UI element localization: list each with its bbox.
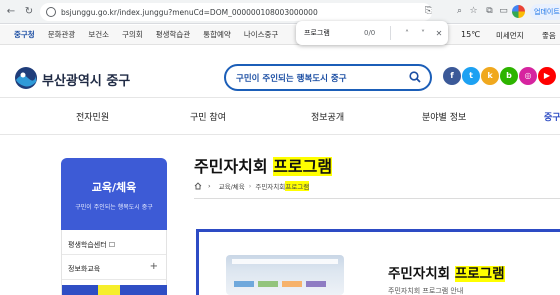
title-divider: [194, 198, 560, 199]
extensions-icon[interactable]: ⧉: [484, 6, 495, 17]
home-icon[interactable]: [194, 182, 202, 190]
sidebar-header: 교육/체육 구민이 주인되는 행복도시 중구: [61, 158, 167, 230]
site-info-icon[interactable]: [46, 7, 56, 17]
sidebar-title: 교육/체육: [91, 181, 137, 194]
translate-icon[interactable]: ⎘: [423, 6, 434, 17]
page-title-prefix: 주민자치회: [194, 157, 274, 176]
quicklinks-bar: 중구청 문화관광 보건소 구의회 평생학습관 통합예약 나이스중구 15℃ 미세…: [0, 25, 560, 45]
weather-dust-level: 좋음: [542, 31, 556, 40]
thumbnail-block: [258, 281, 278, 287]
quicklink-item[interactable]: 평생학습관: [156, 29, 191, 40]
divider: [62, 254, 166, 255]
twitter-icon[interactable]: t: [462, 67, 480, 85]
program-title: 주민자치회 프로그램: [388, 262, 505, 282]
page-title: 주민자치회 프로그램: [194, 153, 333, 177]
browser-toolbar: ← ↻ bsjunggu.go.kr/index.junggu?menuCd=D…: [0, 0, 560, 24]
kakaostory-icon[interactable]: k: [481, 67, 499, 85]
sidebar-item-selected[interactable]: [62, 285, 167, 295]
search-placeholder: 구민이 주인되는 행복도시 중구: [236, 73, 347, 84]
quicklink-item[interactable]: 나이스중구: [244, 29, 279, 40]
gnb-item[interactable]: 중구: [544, 110, 560, 123]
divider: [62, 279, 166, 280]
breadcrumb: › 교육/체육 › 주민자치회 프로그램: [194, 181, 310, 191]
quicklink-item[interactable]: 문화관광: [48, 29, 76, 40]
logo-icon[interactable]: [14, 66, 38, 90]
breadcrumb-item[interactable]: 교육/체육: [219, 181, 245, 191]
program-subtitle: 주민자치회 프로그램 안내: [388, 287, 464, 295]
find-highlight: [98, 285, 120, 295]
page-title-highlight: 프로그램: [273, 157, 333, 176]
breadcrumb-sep: ›: [208, 182, 211, 190]
reload-icon[interactable]: ↻: [22, 5, 36, 19]
quicklink-item[interactable]: 통합예약: [203, 29, 231, 40]
program-title-highlight: 프로그램: [454, 266, 505, 282]
instagram-icon[interactable]: ◎: [519, 67, 537, 85]
profile-avatar[interactable]: [512, 5, 525, 18]
bookmark-star-icon[interactable]: ☆: [468, 6, 479, 17]
weather-dust: 미세먼지: [496, 31, 524, 40]
youtube-icon[interactable]: ▶: [538, 67, 556, 85]
find-separator: [390, 26, 391, 40]
plus-icon[interactable]: +: [150, 261, 158, 272]
gnb-item[interactable]: 전자민원: [76, 110, 109, 123]
chevron-up-icon[interactable]: ˄: [399, 29, 415, 38]
quicklink-item[interactable]: 구의회: [122, 29, 143, 40]
sidebar-menu: 평생학습센터 ☐ 정보화교육 +: [61, 230, 167, 295]
gnb-item[interactable]: 정보공개: [311, 110, 344, 123]
program-thumbnail[interactable]: [226, 255, 344, 295]
site-logo-text[interactable]: 부산광역시 중구: [42, 70, 130, 89]
find-input[interactable]: 프로그램: [304, 28, 364, 38]
chevron-down-icon[interactable]: ˅: [415, 29, 431, 38]
address-bar[interactable]: bsjunggu.go.kr/index.junggu?menuCd=DOM_0…: [40, 3, 432, 21]
site-search-input[interactable]: 구민이 주인되는 행복도시 중구: [224, 64, 432, 91]
back-icon[interactable]: ←: [4, 5, 18, 19]
url-text: bsjunggu.go.kr/index.junggu?menuCd=DOM_0…: [61, 7, 318, 17]
quicklink-item[interactable]: 중구청: [14, 29, 35, 40]
find-count: 0/0: [364, 29, 376, 37]
thumbnail-block: [234, 281, 254, 287]
thumbnail-header: [232, 259, 338, 264]
thumbnail-block: [282, 281, 302, 287]
breadcrumb-sep: ›: [248, 182, 252, 190]
gnb-item[interactable]: 구민 참여: [190, 110, 226, 123]
breadcrumb-item: 주민자치회: [255, 183, 286, 191]
gnb-item[interactable]: 분야별 정보: [422, 110, 466, 123]
breadcrumb-highlight: 프로그램: [285, 181, 310, 191]
sidepanel-icon[interactable]: ▭: [498, 6, 509, 17]
quicklink-item[interactable]: 보건소: [88, 29, 109, 40]
close-icon[interactable]: ✕: [431, 29, 447, 38]
sidebar-item-it-edu[interactable]: 정보화교육: [68, 264, 100, 274]
facebook-icon[interactable]: f: [443, 67, 461, 85]
sidebar-subtitle: 구민이 주인되는 행복도시 중구: [75, 204, 153, 211]
search-icon[interactable]: ⌕: [454, 6, 465, 17]
main-navigation: 전자민원 구민 참여 정보공개 분야별 정보 중구: [0, 97, 560, 135]
find-bar: 프로그램 0/0 ˄ ˅ ✕: [296, 21, 448, 45]
sidebar-item-lifelong[interactable]: 평생학습센터 ☐: [68, 240, 115, 250]
program-title-prefix: 주민자치회: [388, 266, 455, 282]
update-button[interactable]: 업데이트: [530, 4, 560, 20]
blog-icon[interactable]: b: [500, 67, 518, 85]
thumbnail-block: [306, 281, 326, 287]
search-icon[interactable]: [409, 71, 421, 83]
weather-temp: 15℃: [461, 30, 481, 39]
